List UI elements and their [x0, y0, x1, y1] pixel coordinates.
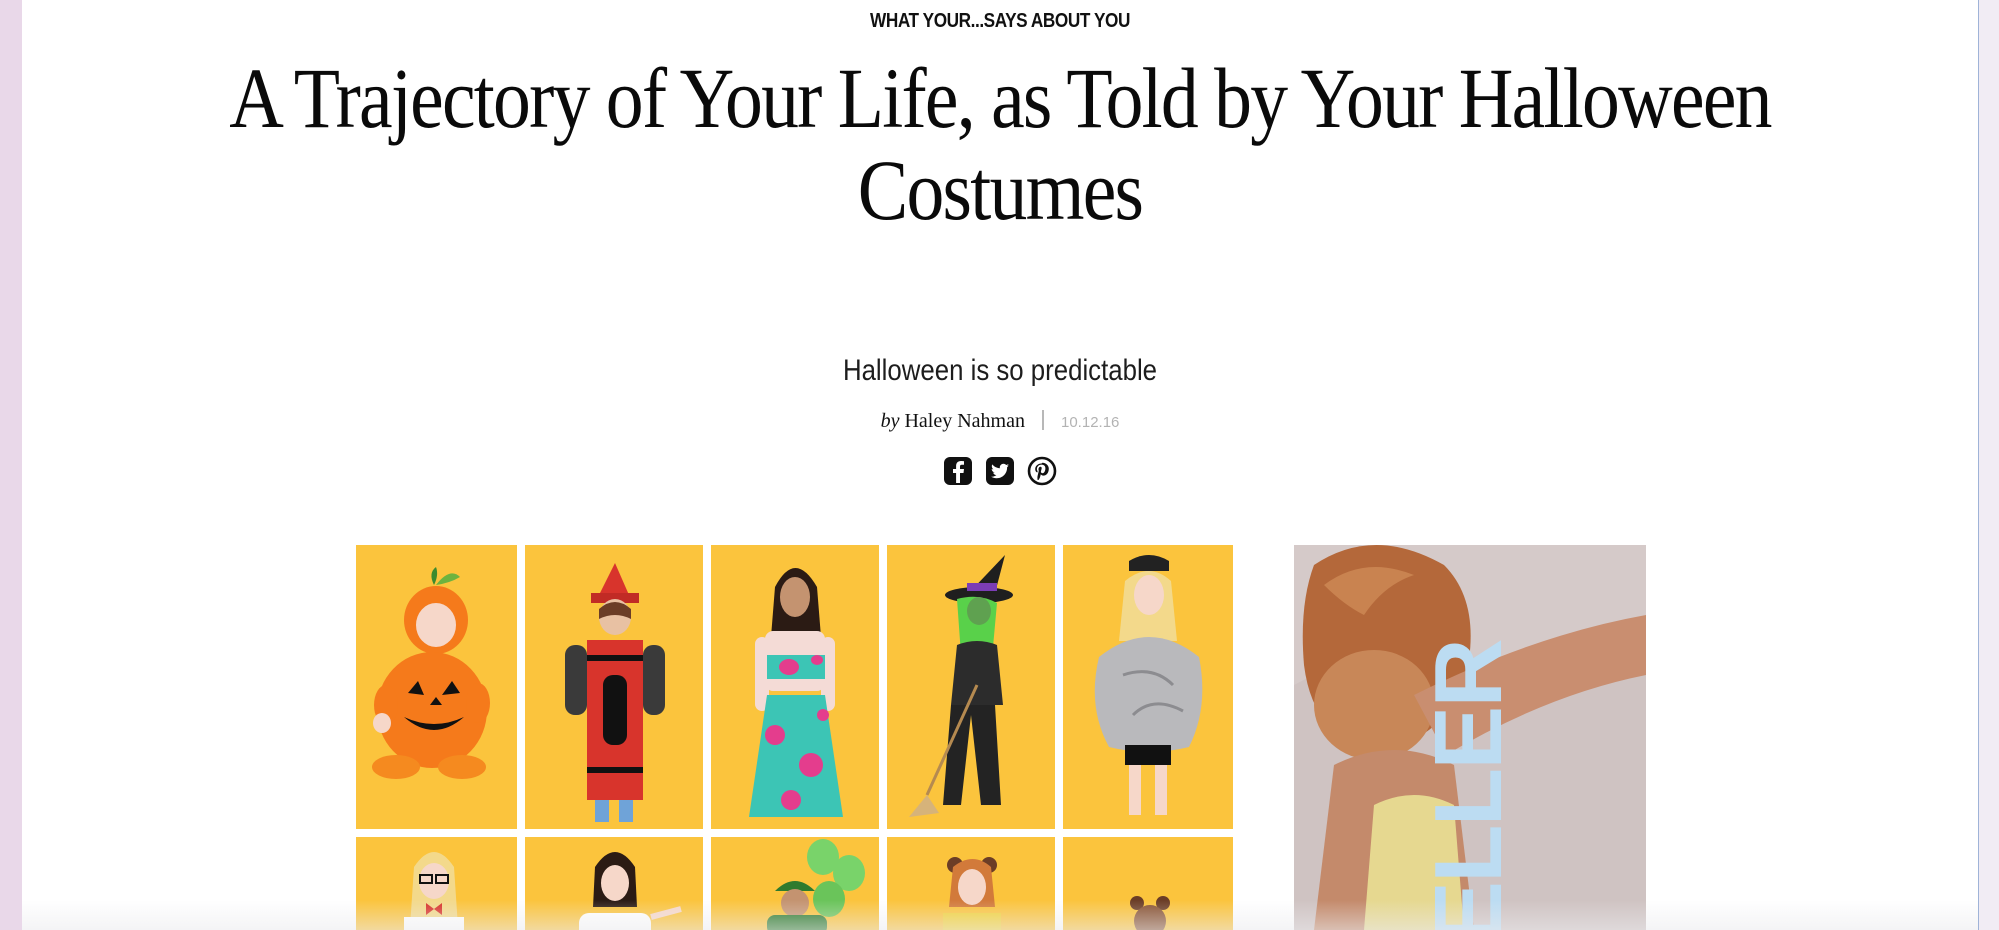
twitter-share-icon[interactable] [985, 456, 1015, 486]
publish-date: 10.12.16 [1061, 414, 1120, 431]
ad-brand-word: ELLER [1415, 640, 1522, 930]
article-page: WHAT YOUR...SAYS ABOUT YOU A Trajectory … [22, 0, 1978, 930]
article-kicker[interactable]: WHAT YOUR...SAYS ABOUT YOU [159, 10, 1841, 33]
headline-text: A Trajectory of Your Life, as Told by Yo… [229, 50, 1772, 238]
hippie-costume-tile [711, 545, 879, 829]
window-edge [1978, 0, 1999, 930]
article-dek: Halloween is so predictable [842, 354, 1158, 387]
waitress-costume-tile [525, 837, 703, 930]
advertisement[interactable]: ELLER [1294, 545, 1646, 930]
byline-by: by [880, 410, 900, 432]
byline-separator [1042, 410, 1044, 430]
green-costume-tile [711, 837, 879, 930]
pinterest-share-icon[interactable] [1027, 456, 1057, 486]
bear-costume-tile [1063, 837, 1233, 930]
rock-costume-tile [1063, 545, 1233, 829]
crayon-costume-tile [525, 545, 703, 829]
share-bar [22, 456, 1978, 486]
pumpkin-costume-tile [356, 545, 517, 829]
nerd-costume-tile [356, 837, 517, 930]
author-link[interactable]: Haley Nahman [904, 410, 1025, 432]
byline: by Haley Nahman 10.12.16 [22, 410, 1978, 433]
bear-ears-costume-tile [887, 837, 1055, 930]
facebook-share-icon[interactable] [943, 456, 973, 486]
article-headline: A Trajectory of Your Life, as Told by Yo… [139, 52, 1860, 236]
witch-costume-tile [887, 545, 1055, 829]
